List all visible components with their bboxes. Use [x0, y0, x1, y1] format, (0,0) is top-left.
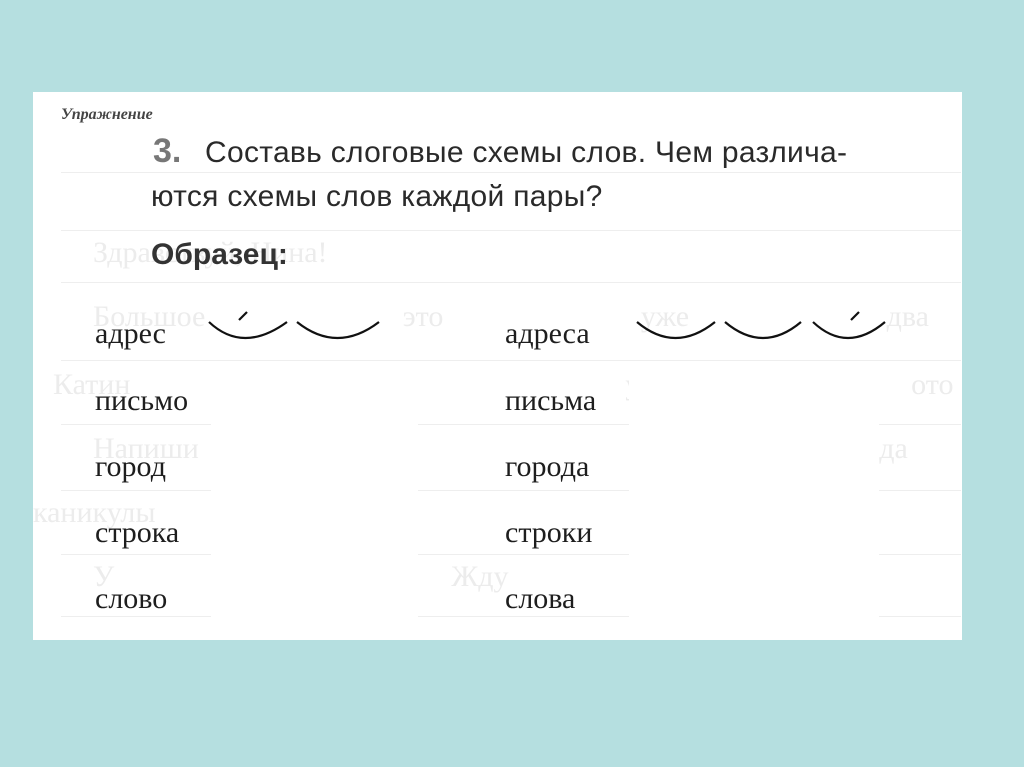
exercise-label: Упражнение: [61, 106, 153, 123]
task-line-1: Составь слоговые схемы слов. Чем различа…: [205, 136, 848, 169]
task-line-2: ются схемы слов каждой пары?: [151, 180, 603, 213]
word-right-5: слова: [505, 582, 576, 615]
syllable-scheme-adres: [208, 311, 380, 340]
syllable-arc: [812, 321, 886, 340]
word-left-4: строка: [95, 516, 180, 549]
exercise-number: 3.: [153, 132, 182, 170]
answer-area-right: [629, 374, 879, 640]
word-left-1: адрес: [95, 317, 166, 350]
word-right-3: города: [505, 450, 590, 483]
syllable-arc: [724, 321, 802, 340]
stress-mark: [850, 311, 860, 321]
syllable-arc: [208, 321, 288, 340]
ghost-rule: [61, 360, 961, 361]
syllable-scheme-adresa: [636, 311, 886, 340]
stress-mark: [238, 311, 248, 321]
ghost-rule: [61, 230, 961, 231]
word-right-4: строки: [505, 516, 593, 549]
ghost-rule: [61, 172, 961, 173]
answer-area-left: [211, 374, 418, 640]
word-right-1: адреса: [505, 317, 590, 350]
ghost-rule: [61, 282, 961, 283]
exercise-card: Здравствуй, Нина! Большое это уже два дн…: [33, 92, 962, 640]
word-left-5: слово: [95, 582, 168, 615]
word-left-3: город: [95, 450, 166, 483]
syllable-arc: [296, 321, 380, 340]
sample-label: Образец:: [151, 238, 288, 271]
word-left-2: письмо: [95, 384, 189, 417]
word-right-2: письма: [505, 384, 597, 417]
syllable-arc: [636, 321, 716, 340]
